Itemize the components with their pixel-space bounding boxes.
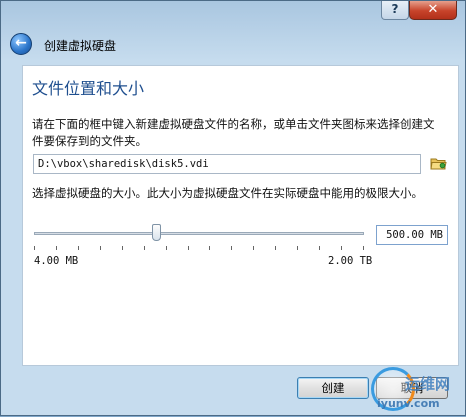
size-input[interactable]: 500.00 MB: [376, 225, 448, 245]
slider-tick: [275, 246, 276, 250]
dialog-header: ← 创建虚拟硬盘: [1, 25, 465, 65]
file-path-input[interactable]: D:\vbox\sharedisk\disk5.vdi: [33, 154, 421, 174]
dialog-window: ? ✕ ← 创建虚拟硬盘 文件位置和大小 请在下面的框中键入新建虚拟硬盘文件的名…: [0, 0, 466, 416]
slider-tick: [122, 246, 123, 250]
slider-tick: [166, 246, 167, 250]
slider-tick: [78, 246, 79, 250]
slider-tick: [56, 246, 57, 250]
create-button[interactable]: 创建: [297, 377, 369, 399]
slider-tick: [341, 246, 342, 250]
slider-thumb[interactable]: [152, 224, 161, 241]
slider-tick: [253, 246, 254, 250]
slider-tick: [209, 246, 210, 250]
slider-tick: [100, 246, 101, 250]
folder-icon[interactable]: [430, 156, 447, 171]
slider-tick: [363, 246, 364, 250]
content-panel: 文件位置和大小 请在下面的框中键入新建虚拟硬盘文件的名称，或单击文件夹图标来选择…: [22, 65, 459, 366]
min-size-label: 4.00 MB: [34, 255, 79, 267]
back-arrow-icon[interactable]: ←: [10, 33, 32, 55]
size-slider[interactable]: [34, 224, 364, 254]
slider-tick: [144, 246, 145, 250]
slider-tick: [34, 246, 35, 250]
location-description: 请在下面的框中键入新建虚拟硬盘文件的名称，或单击文件夹图标来选择创建文件要保存到…: [32, 117, 435, 148]
watermark-text: 运维网: [405, 375, 451, 393]
slider-track: [34, 232, 364, 235]
slider-tick: [319, 246, 320, 250]
slider-tick: [297, 246, 298, 250]
slider-tick: [188, 246, 189, 250]
dialog-title: 创建虚拟硬盘: [44, 39, 117, 53]
close-button[interactable]: ✕: [409, 1, 457, 20]
slider-tick: [231, 246, 232, 250]
help-button[interactable]: ?: [381, 1, 409, 20]
watermark-url: iyunv.com: [377, 397, 440, 410]
watermark-logo: 运维网 iyunv.com: [367, 361, 466, 417]
max-size-label: 2.00 TB: [328, 255, 373, 267]
size-description: 选择虚拟硬盘的大小。此大小为虚拟硬盘文件在实际硬盘中能用的极限大小。: [32, 186, 423, 200]
section-title: 文件位置和大小: [32, 79, 145, 98]
